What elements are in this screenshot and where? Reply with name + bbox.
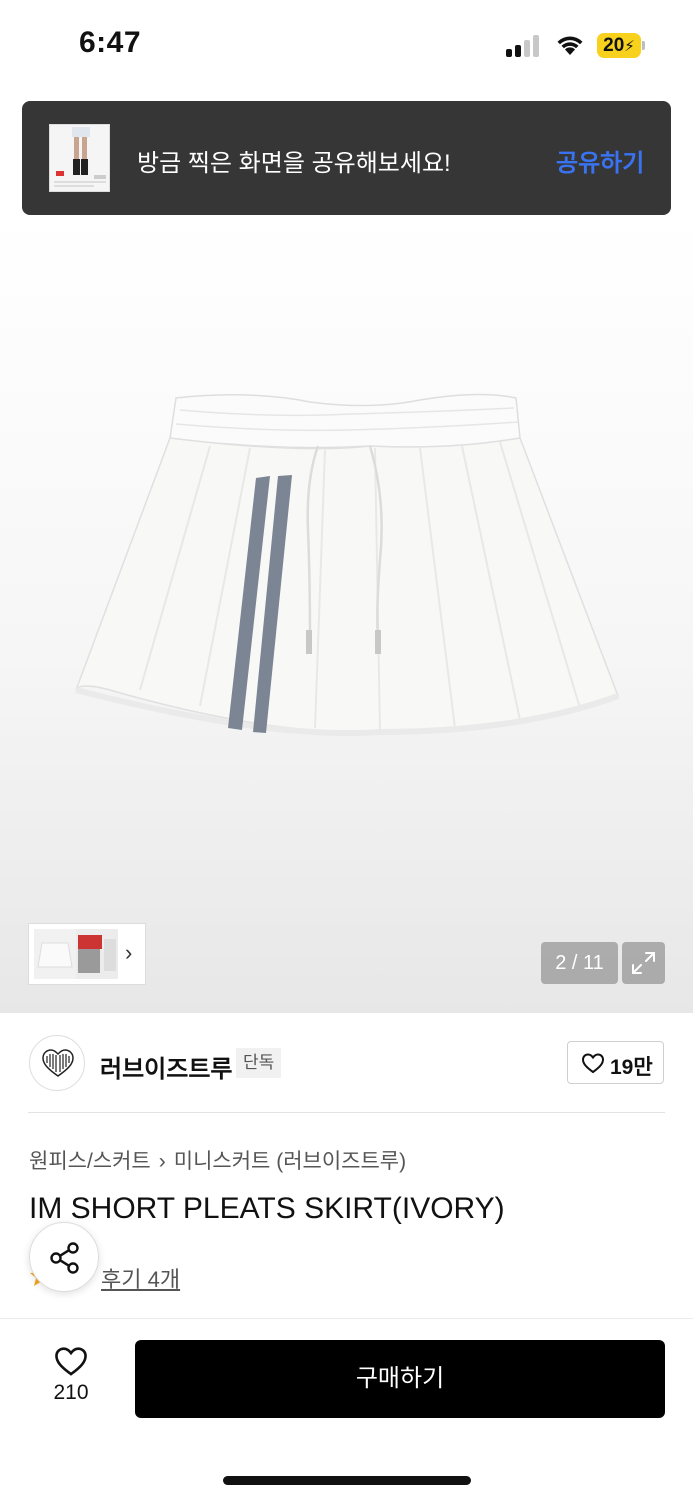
brand-like-button[interactable]: 19만	[567, 1041, 664, 1084]
thumbnail-1[interactable]	[34, 929, 76, 979]
product-image	[75, 393, 620, 737]
thumbnail-2[interactable]	[76, 929, 118, 979]
brand-row: 러브이즈트루 단독 19만	[0, 1013, 693, 1113]
section-divider	[28, 1112, 665, 1113]
wishlist-count: 210	[53, 1381, 89, 1404]
wifi-icon	[554, 33, 586, 57]
breadcrumb-item-subcategory[interactable]: 미니스커트 (러브이즈트루)	[174, 1150, 406, 1173]
heart-icon	[55, 1347, 87, 1376]
product-image-gallery[interactable]: › 2 / 11	[0, 215, 693, 1013]
share-action-button[interactable]: 공유하기	[556, 143, 644, 178]
image-counter: 2 / 11	[541, 942, 618, 984]
heart-icon	[581, 1053, 605, 1074]
gallery-thumbnail-strip[interactable]: ›	[28, 923, 146, 985]
product-title: IM SHORT PLEATS SKIRT(IVORY)	[29, 1192, 505, 1225]
bottom-bar-divider	[0, 1318, 693, 1319]
status-time: 6:47	[79, 26, 142, 59]
buy-button[interactable]: 구매하기	[135, 1340, 665, 1418]
battery-cap	[642, 41, 645, 50]
breadcrumb-item-category[interactable]: 원피스/스커트	[29, 1150, 151, 1173]
brand-name[interactable]: 러브이즈트루	[100, 1049, 232, 1084]
signal-icon	[506, 35, 542, 57]
wishlist-button[interactable]: 210	[40, 1345, 102, 1415]
battery-level: 20⚡	[603, 35, 635, 56]
chevron-right-icon[interactable]: ›	[125, 940, 132, 966]
review-link[interactable]: 후기 4개	[101, 1262, 180, 1294]
chevron-right-icon: ›	[158, 1150, 166, 1173]
screenshot-thumbnail[interactable]	[49, 124, 110, 192]
brand-like-count: 19만	[610, 1056, 653, 1079]
share-icon	[50, 1242, 79, 1274]
battery-icon: 20⚡	[597, 33, 645, 58]
exclusive-badge: 단독	[236, 1048, 282, 1078]
home-indicator[interactable]	[223, 1476, 471, 1485]
screenshot-share-toast: 방금 찍은 화면을 공유해보세요! 공유하기	[22, 101, 671, 215]
expand-icon[interactable]	[622, 942, 665, 984]
share-button[interactable]	[29, 1222, 99, 1292]
status-bar: 6:47 20⚡	[0, 0, 693, 92]
breadcrumb: 원피스/스커트 › 미니스커트 (러브이즈트루)	[29, 1145, 406, 1175]
brand-logo[interactable]	[29, 1035, 85, 1091]
toast-message: 방금 찍은 화면을 공유해보세요!	[137, 150, 451, 177]
